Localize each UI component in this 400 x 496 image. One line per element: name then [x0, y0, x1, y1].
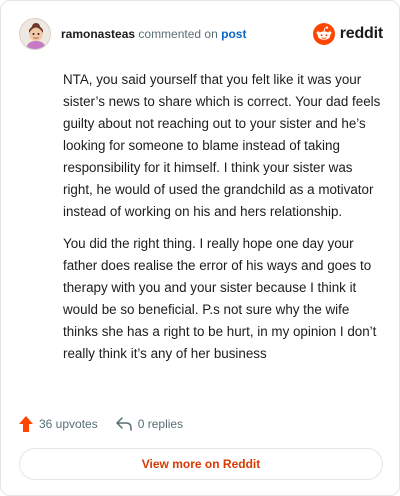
avatar-icon [20, 19, 50, 49]
reddit-comment-embed: ramonasteas commented on post reddit NTA… [0, 0, 400, 496]
comment-actions: 36 upvotes 0 replies [19, 413, 201, 435]
upvote-button[interactable]: 36 upvotes [19, 416, 98, 432]
action-text: commented on [138, 27, 218, 41]
reply-button[interactable]: 0 replies [115, 417, 184, 431]
post-link[interactable]: post [221, 27, 246, 41]
upvote-arrow-icon [19, 416, 33, 432]
comment-body: NTA, you said yourself that you felt lik… [63, 69, 381, 375]
comment-meta: ramonasteas commented on post [61, 26, 313, 42]
upvote-count: 36 upvotes [39, 417, 98, 431]
reddit-wordmark: reddit [339, 25, 383, 42]
comment-paragraph: NTA, you said yourself that you felt lik… [63, 72, 381, 219]
reddit-brand[interactable]: reddit [312, 23, 383, 45]
comment-paragraph: You did the right thing. I really hope o… [63, 236, 377, 361]
view-more-button[interactable]: View more on Reddit [19, 448, 383, 480]
reply-icon [115, 417, 132, 431]
reply-count: 0 replies [137, 417, 184, 431]
comment-header: ramonasteas commented on post reddit [19, 17, 383, 51]
avatar[interactable] [19, 18, 51, 50]
username-link[interactable]: ramonasteas [61, 27, 135, 41]
reddit-logo-icon [312, 23, 335, 45]
